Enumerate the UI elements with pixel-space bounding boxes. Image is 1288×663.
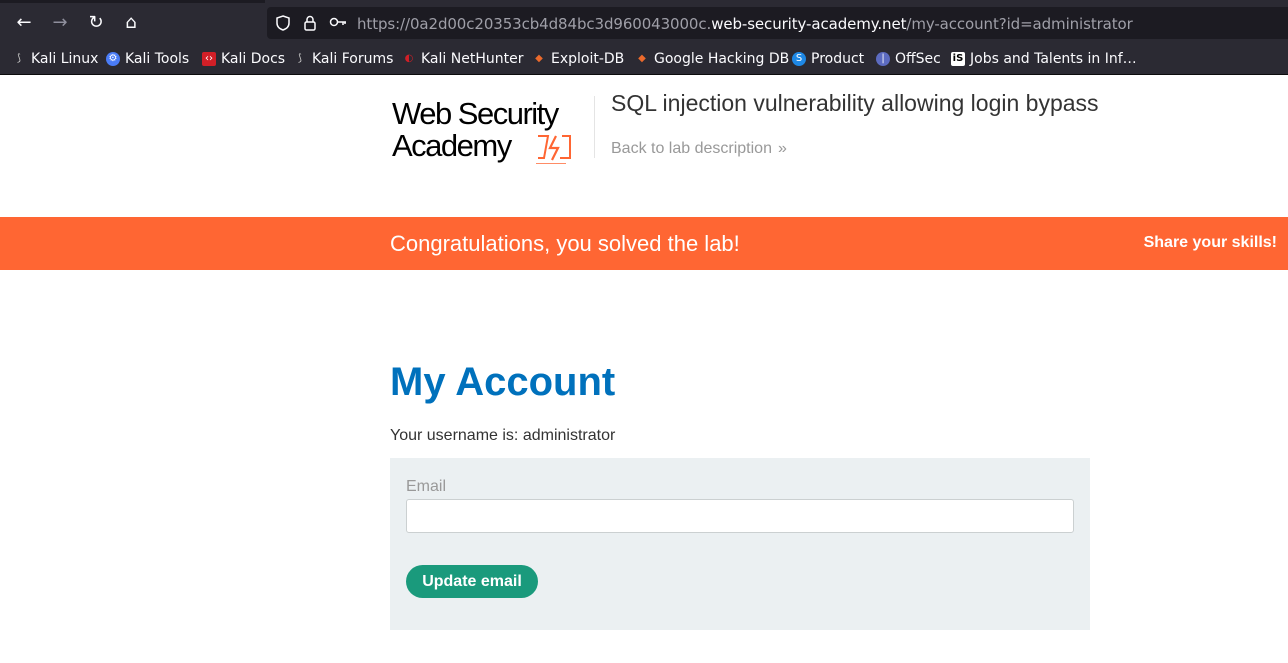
- lock-icon[interactable]: [304, 15, 316, 31]
- logo-line-2: Academy: [392, 128, 512, 163]
- bookmark-label: Kali Docs: [221, 51, 286, 67]
- bookmarks-bar: ⟆ Kali Linux ⚙ Kali Tools ‹› Kali Docs ⟆ Kal…: [0, 46, 1288, 75]
- arrow-right-icon[interactable]: →: [47, 11, 73, 35]
- bookmark-label: Kali Tools: [125, 51, 190, 67]
- url-text[interactable]: https://0a2d00c20353cb4d84bc3d960043000c…: [357, 15, 1133, 33]
- active-tab-strip: [0, 0, 265, 3]
- bookmark-label: Kali NetHunter: [421, 51, 524, 67]
- bookmark-exploit-db[interactable]: ◆ Exploit-DB: [532, 51, 624, 67]
- congratulations-message: Congratulations, you solved the lab!: [390, 231, 740, 256]
- bookmark-kali-docs[interactable]: ‹› Kali Docs: [202, 51, 285, 67]
- ghdb-icon: ◆: [638, 53, 646, 64]
- bookmark-label: Jobs and Talents in Inf…: [970, 51, 1137, 67]
- bookmark-label: Kali Forums: [312, 51, 394, 67]
- product-icon: S: [792, 52, 806, 66]
- bookmark-kali-nethunter[interactable]: ◐ Kali NetHunter: [402, 51, 524, 67]
- offsec-icon: |: [876, 52, 890, 66]
- double-chevron-right-icon: »: [777, 140, 787, 157]
- page-title: My Account: [390, 360, 616, 404]
- logo-line-1: Web Security: [392, 96, 559, 131]
- back-to-lab-link[interactable]: Back to lab description »: [611, 140, 787, 158]
- bookmark-label: Kali Linux: [31, 51, 99, 67]
- bookmark-label: Product: [811, 51, 865, 67]
- bookmark-product[interactable]: S Product: [792, 51, 864, 67]
- update-email-form: Email Update email: [390, 458, 1090, 630]
- url-host: web-security-academy.net: [711, 15, 907, 33]
- kali-dragon-icon: ⟆: [298, 53, 302, 64]
- address-bar[interactable]: https://0a2d00c20353cb4d84bc3d960043000c…: [267, 7, 1288, 39]
- exploitdb-icon: ◆: [535, 53, 543, 64]
- is-icon: iS: [951, 52, 965, 66]
- nethunter-icon: ◐: [404, 53, 414, 64]
- tracking-shield-icon[interactable]: [276, 15, 290, 31]
- logo-bolt-icon: [536, 135, 571, 164]
- bookmark-offsec[interactable]: | OffSec: [876, 51, 941, 67]
- url-prefix: https://0a2d00c20353cb4d84bc3d960043000c…: [357, 15, 712, 33]
- bookmark-google-hacking-db[interactable]: ◆ Google Hacking DB: [635, 51, 789, 67]
- lab-title: SQL injection vulnerability allowing log…: [611, 90, 1099, 116]
- email-field[interactable]: [406, 499, 1074, 533]
- web-security-academy-logo[interactable]: Web Security Academy: [392, 96, 592, 168]
- bookmark-kali-forums[interactable]: ⟆ Kali Forums: [293, 51, 393, 67]
- home-icon[interactable]: ⌂: [118, 11, 144, 35]
- lab-solved-banner: Congratulations, you solved the lab! Sha…: [0, 217, 1288, 270]
- bookmark-jobs-talents[interactable]: iS Jobs and Talents in Inf…: [951, 51, 1137, 67]
- bookmark-kali-tools[interactable]: ⚙ Kali Tools: [106, 51, 189, 67]
- arrow-left-icon[interactable]: ←: [11, 11, 37, 35]
- username-text: Your username is: administrator: [390, 427, 616, 444]
- bookmark-kali-linux[interactable]: ⟆ Kali Linux: [12, 51, 98, 67]
- browser-toolbar: ← → ↻ ⌂ https://0a2d00c20353cb4d84bc3d96…: [0, 0, 1288, 46]
- reload-icon[interactable]: ↻: [83, 11, 109, 35]
- bookmark-label: Google Hacking DB: [654, 51, 790, 67]
- kali-dragon-icon: ⟆: [17, 53, 21, 64]
- share-skills-link[interactable]: Share your skills!: [1144, 234, 1277, 252]
- header-divider: [594, 96, 595, 158]
- url-path: /my-account?id=administrator: [906, 15, 1133, 33]
- kali-tools-icon: ⚙: [106, 52, 120, 66]
- kali-docs-icon: ‹›: [202, 52, 216, 66]
- bookmark-label: OffSec: [895, 51, 941, 67]
- key-icon[interactable]: [329, 16, 347, 28]
- update-email-button[interactable]: Update email: [406, 565, 538, 598]
- bookmark-label: Exploit-DB: [551, 51, 625, 67]
- email-label: Email: [406, 478, 447, 495]
- back-link-label: Back to lab description: [611, 140, 772, 157]
